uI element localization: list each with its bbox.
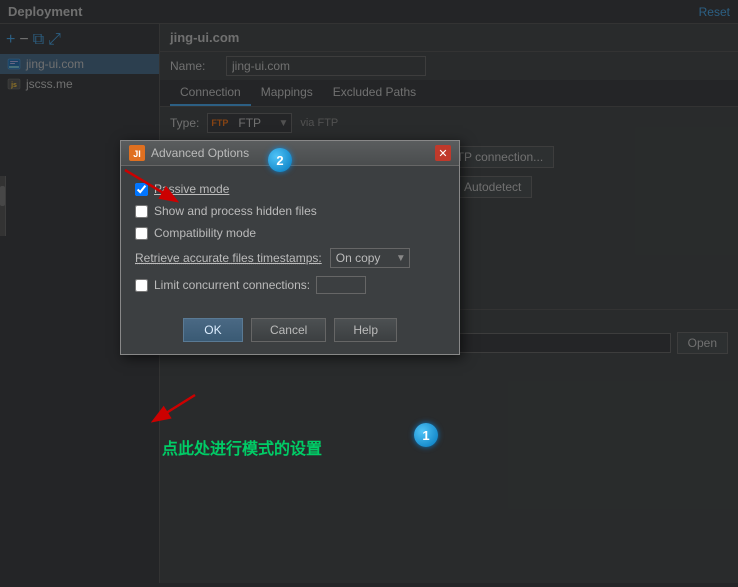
- hidden-files-checkbox[interactable]: [135, 205, 148, 218]
- modal-footer: OK Cancel Help: [121, 310, 459, 354]
- svg-text:JI: JI: [133, 149, 141, 159]
- hidden-files-label: Show and process hidden files: [154, 204, 317, 218]
- passive-mode-row: Passive mode: [135, 178, 445, 200]
- modal-icon: JI: [129, 145, 145, 161]
- limit-value-input[interactable]: [316, 276, 366, 294]
- retrieve-select[interactable]: On copy Always Never: [330, 248, 410, 268]
- ok-button[interactable]: OK: [183, 318, 243, 342]
- compatibility-mode-row: Compatibility mode: [135, 222, 445, 244]
- compatibility-mode-checkbox[interactable]: [135, 227, 148, 240]
- modal-overlay: JI Advanced Options ✕ Passive mode Show …: [0, 0, 738, 587]
- passive-mode-checkbox[interactable]: [135, 183, 148, 196]
- modal-close-button[interactable]: ✕: [435, 145, 451, 161]
- advanced-options-modal: JI Advanced Options ✕ Passive mode Show …: [120, 140, 460, 355]
- cancel-button[interactable]: Cancel: [251, 318, 326, 342]
- modal-title-row: JI Advanced Options: [129, 145, 249, 161]
- retrieve-row: Retrieve accurate files timestamps: On c…: [135, 244, 445, 272]
- annotation-chinese-label: 点此处进行模式的设置: [162, 435, 322, 459]
- modal-body: Passive mode Show and process hidden fil…: [121, 166, 459, 310]
- modal-title-text: Advanced Options: [151, 146, 249, 160]
- help-button[interactable]: Help: [334, 318, 397, 342]
- limit-connections-checkbox[interactable]: [135, 279, 148, 292]
- retrieve-select-wrapper: On copy Always Never ▼: [330, 248, 410, 268]
- hidden-files-row: Show and process hidden files: [135, 200, 445, 222]
- retrieve-label: Retrieve accurate files timestamps:: [135, 251, 322, 265]
- annotation-badge-2: 2: [268, 148, 292, 172]
- compatibility-mode-label: Compatibility mode: [154, 226, 256, 240]
- passive-mode-label: Passive mode: [154, 182, 229, 196]
- limit-connections-label: Limit concurrent connections:: [154, 278, 310, 292]
- limit-connections-row: Limit concurrent connections:: [135, 272, 445, 298]
- annotation-badge-1: 1: [414, 423, 438, 447]
